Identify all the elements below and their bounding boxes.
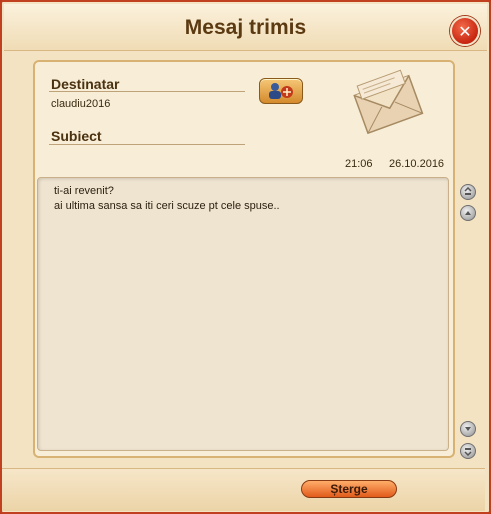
footer-bar xyxy=(2,468,485,511)
scroll-down-icon xyxy=(465,427,471,431)
window-title: Mesaj trimis xyxy=(184,16,307,39)
scroll-up-icon xyxy=(465,211,471,215)
message-date: 26.10.2016 xyxy=(389,158,445,170)
close-button[interactable]: ✕ xyxy=(450,16,480,46)
recipient-label: Destinatar xyxy=(51,76,120,92)
scroll-top-icon xyxy=(464,187,472,195)
title-bar: Mesaj trimis xyxy=(4,4,487,51)
add-contact-icon xyxy=(269,83,293,99)
scroll-bottom-icon xyxy=(464,448,472,456)
divider xyxy=(49,144,245,145)
message-line: ai ultima sansa sa iti ceri scuze pt cel… xyxy=(54,200,280,212)
scroll-top-button[interactable] xyxy=(460,184,476,200)
scroll-down-button[interactable] xyxy=(460,421,476,437)
delete-button[interactable]: Șterge xyxy=(301,480,397,498)
add-contact-button[interactable] xyxy=(259,78,303,104)
close-icon: ✕ xyxy=(458,21,472,41)
subject-label: Subiect xyxy=(51,128,102,144)
message-time: 21:06 xyxy=(345,158,373,170)
envelope-icon xyxy=(352,66,428,146)
scroll-bottom-button[interactable] xyxy=(460,443,476,459)
recipient-value: claudiu2016 xyxy=(51,98,111,110)
message-line: ti-ai revenit? xyxy=(54,185,114,197)
scroll-up-button[interactable] xyxy=(460,205,476,221)
divider xyxy=(49,91,245,92)
message-body: ti-ai revenit? ai ultima sansa sa iti ce… xyxy=(37,177,449,451)
